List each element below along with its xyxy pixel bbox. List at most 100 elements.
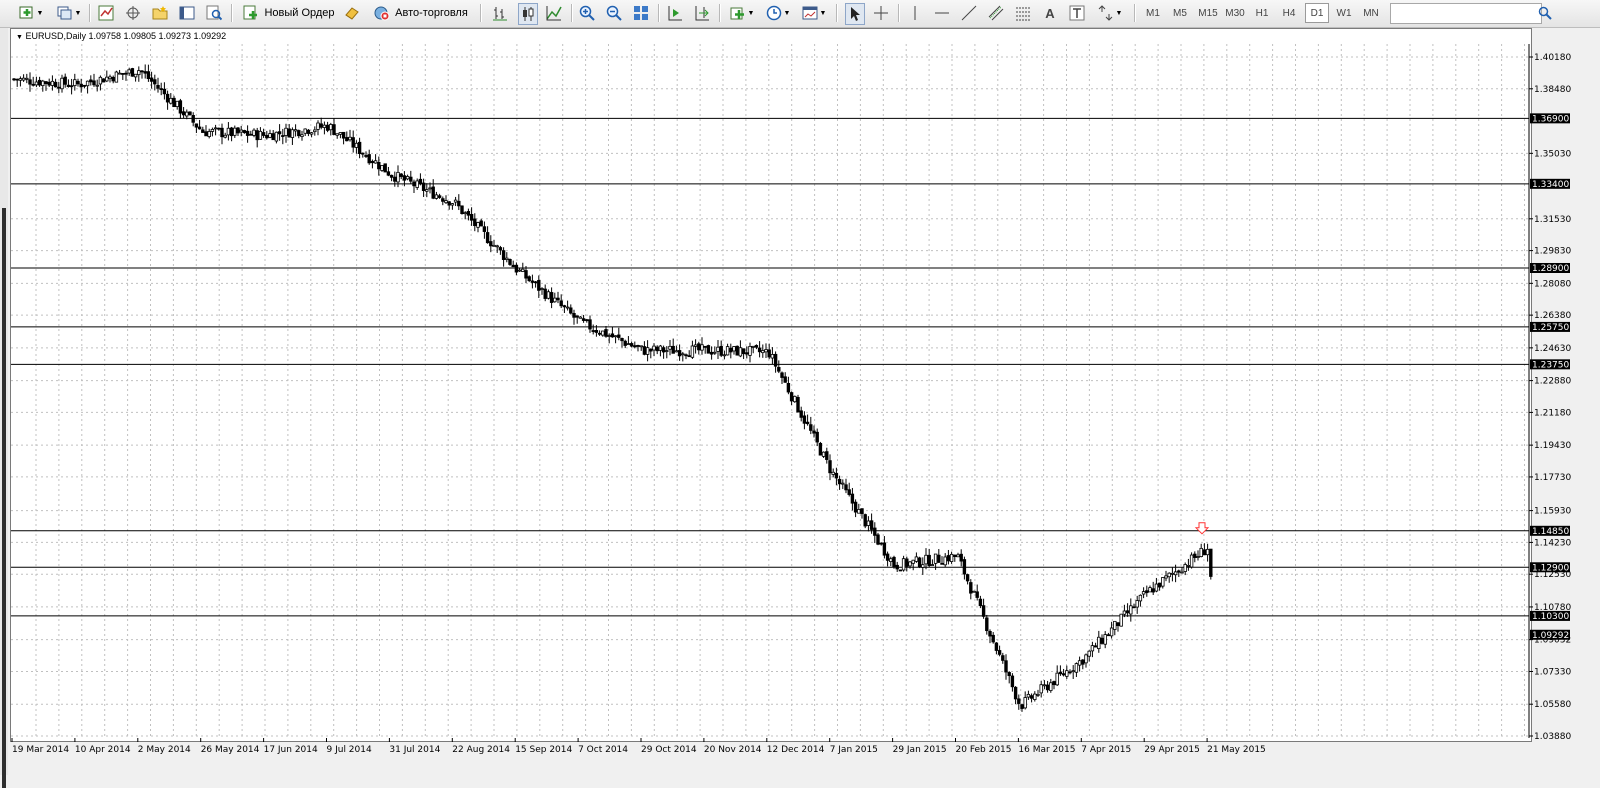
candle-body	[466, 211, 471, 216]
candle-body	[204, 131, 208, 137]
candle-body	[1042, 684, 1047, 687]
candle-body	[53, 81, 58, 88]
candle-body	[629, 343, 634, 347]
candle-body	[783, 376, 787, 383]
candle-body	[18, 78, 23, 81]
candle-body	[921, 564, 925, 568]
candle-body	[626, 343, 631, 346]
candle-body	[489, 241, 493, 247]
candle-body	[847, 489, 851, 495]
candle-body	[994, 642, 999, 651]
candle-body	[338, 132, 343, 135]
candle-body	[559, 300, 563, 307]
candle-body	[927, 554, 931, 566]
candle-body	[527, 276, 531, 282]
candle-body	[863, 514, 867, 527]
candle-body	[149, 77, 154, 82]
candle-body	[418, 178, 423, 185]
candle-body	[623, 340, 627, 346]
candle-body	[665, 350, 669, 352]
candle-body	[239, 129, 243, 133]
candle-body	[1189, 554, 1194, 568]
candle-body	[905, 558, 909, 567]
candle-body	[537, 280, 541, 291]
date-tick-label: 15 Sep 2014	[515, 745, 572, 755]
candle-body	[303, 128, 307, 134]
candle-body	[511, 264, 515, 268]
date-tick-label: 7 Jan 2015	[830, 745, 878, 755]
price-tick-label: 1.21180	[1534, 408, 1571, 418]
candle-body	[300, 134, 304, 137]
candle-body	[172, 97, 176, 108]
candle-body	[479, 220, 483, 227]
candle-body	[265, 135, 269, 139]
date-tick-label: 9 Jul 2014	[327, 745, 372, 755]
candle-body	[1154, 583, 1159, 592]
chart-menu-icon[interactable]: ▼	[16, 34, 23, 41]
candle-body	[21, 77, 26, 81]
candle-body	[194, 123, 199, 128]
candle-body	[1148, 587, 1152, 593]
candle-body	[431, 186, 435, 199]
candle-body	[460, 205, 464, 214]
candle-body	[1023, 697, 1027, 709]
candle-body	[428, 187, 432, 190]
candle-body	[969, 582, 973, 594]
price-tick-label: 1.15930	[1534, 507, 1571, 517]
candle-body	[1058, 671, 1063, 675]
candle-body	[236, 127, 240, 134]
candle-body	[1033, 693, 1037, 700]
price-tick-label: 1.35030	[1534, 149, 1571, 159]
candle-body	[796, 396, 800, 413]
candle-body	[1061, 673, 1066, 676]
candle-body	[841, 482, 845, 485]
candle-body	[809, 424, 813, 431]
level-price-label: 1.23750	[1532, 360, 1569, 370]
candle-body	[1071, 670, 1075, 673]
candle-body	[405, 176, 410, 180]
candle-body	[716, 346, 720, 352]
candle-body	[901, 558, 906, 571]
candle-body	[917, 557, 922, 568]
candle-body	[876, 534, 880, 545]
candle-body	[1084, 654, 1088, 664]
candle-body	[1122, 610, 1127, 615]
candle-body	[748, 346, 752, 356]
candle-body	[649, 348, 653, 352]
candle-body	[412, 181, 416, 187]
candle-body	[421, 182, 426, 191]
candle-body	[361, 152, 365, 155]
candle-body	[981, 605, 986, 617]
candle-body	[591, 330, 595, 332]
candle-body	[1167, 572, 1171, 578]
candle-body	[143, 71, 147, 74]
candle-body	[492, 244, 496, 247]
candle-body	[831, 471, 835, 475]
candle-body	[729, 347, 733, 353]
candle-body	[1183, 564, 1187, 572]
candle-body	[962, 559, 967, 575]
candle-body	[834, 472, 839, 479]
candle-body	[1141, 591, 1146, 595]
candle-body	[1097, 636, 1101, 650]
candle-body	[812, 430, 816, 434]
candle-body	[399, 173, 403, 177]
candle-body	[911, 559, 915, 564]
candle-body	[117, 72, 122, 75]
price-chart[interactable]: 1.40180 1.38480 1.35030 1.31530 1.29830 1.280…	[0, 0, 1600, 775]
candle-body	[725, 346, 730, 356]
candle-body	[681, 353, 685, 356]
candle-body	[1177, 570, 1181, 573]
candle-body	[677, 350, 682, 357]
candle-body	[658, 345, 663, 351]
price-tick-label: 1.05580	[1534, 700, 1571, 710]
candle-body	[159, 88, 163, 91]
price-tick-label: 1.03880	[1534, 732, 1571, 742]
candle-body	[869, 520, 874, 530]
candle-body	[671, 345, 675, 354]
candle-body	[601, 330, 605, 336]
candle-body	[393, 176, 397, 182]
level-price-label: 1.33400	[1532, 180, 1569, 190]
candle-body	[1161, 577, 1165, 587]
candle-body	[889, 558, 893, 562]
